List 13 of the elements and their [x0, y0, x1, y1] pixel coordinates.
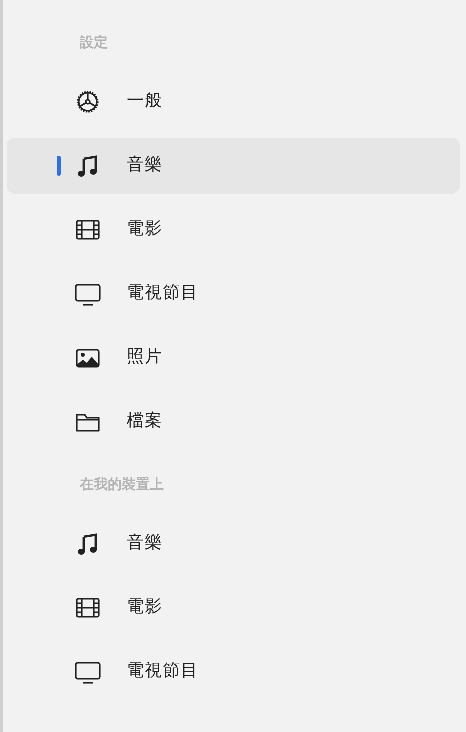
gear-icon — [74, 88, 102, 116]
section-heading: 設定 — [80, 34, 109, 53]
sidebar-item[interactable]: 電影 — [7, 580, 460, 636]
sidebar-item[interactable]: 音樂 — [7, 516, 460, 572]
sidebar-item[interactable]: 照片 — [7, 330, 460, 386]
sidebar-item[interactable]: 電視節目 — [7, 266, 460, 322]
sidebar-item[interactable]: 一般 — [7, 74, 460, 130]
sidebar-item[interactable]: 檔案 — [7, 394, 460, 450]
selection-indicator — [57, 156, 61, 176]
sidebar-item[interactable]: 電視節目 — [7, 644, 460, 700]
sidebar-item[interactable]: 電影 — [7, 202, 460, 258]
sidebar-item[interactable]: 音樂 — [7, 138, 460, 194]
section-heading: 在我的裝置上 — [80, 476, 165, 495]
